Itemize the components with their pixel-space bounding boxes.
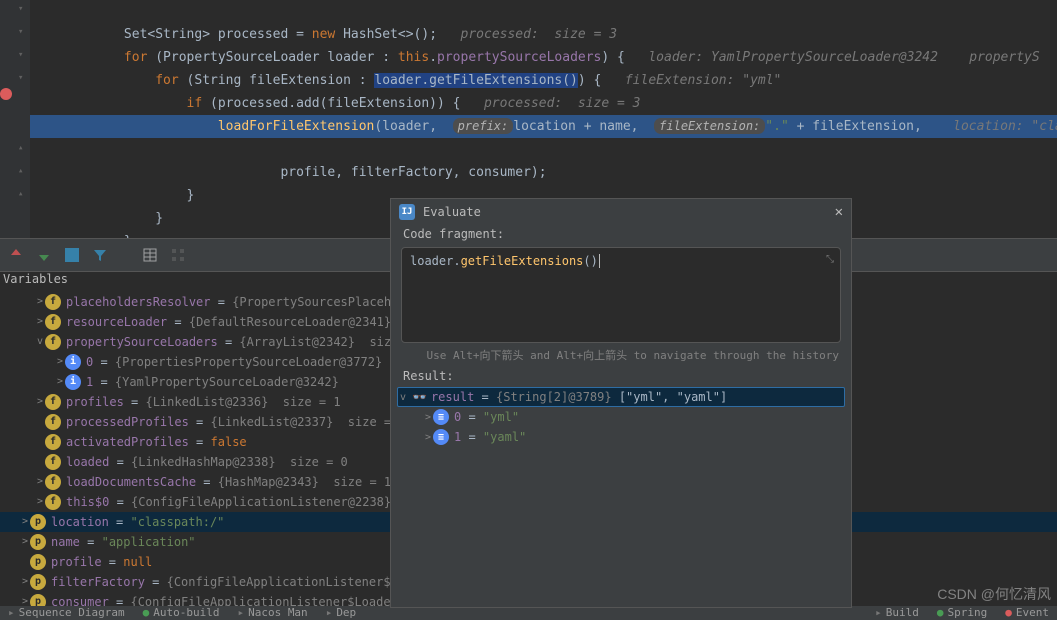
intellij-icon: IJ <box>399 204 415 220</box>
result-row[interactable]: v👓 result = {String[2]@3789} ["yml", "ya… <box>397 387 845 407</box>
glasses-icon: 👓 <box>412 390 427 404</box>
result-item[interactable]: >≡1 = "yaml" <box>397 427 845 447</box>
code-token: Set <box>124 27 147 42</box>
status-item[interactable]: Sequence Diagram <box>8 606 125 620</box>
evaluate-popup: IJ Evaluate ✕ Code fragment: loader.getF… <box>390 198 852 608</box>
status-item[interactable]: Spring <box>937 606 987 620</box>
current-exec-line: loadForFileExtension(loader, prefix:loca… <box>30 115 1057 138</box>
expression-input[interactable]: loader.getFileExtensions() ⤡ <box>401 247 841 343</box>
status-item[interactable]: Auto-build <box>143 606 220 620</box>
result-tree[interactable]: v👓 result = {String[2]@3789} ["yml", "ya… <box>391 385 851 607</box>
restore-layout-icon[interactable] <box>64 247 80 263</box>
status-item[interactable]: Event <box>1005 606 1049 620</box>
collapse-icon[interactable]: ⤡ <box>826 254 834 265</box>
stack-up-icon[interactable] <box>8 247 24 263</box>
stack-down-icon[interactable] <box>36 247 52 263</box>
filter-icon[interactable] <box>92 247 108 263</box>
status-item[interactable]: Nacos Man <box>237 606 307 620</box>
status-item[interactable]: Dep <box>326 606 357 620</box>
status-bar: Sequence Diagram Auto-build Nacos Man Dep B… <box>0 606 1057 620</box>
history-hint: Use Alt+向下箭头 and Alt+向上箭头 to navigate th… <box>391 347 851 367</box>
code-fragment-label: Code fragment: <box>391 225 851 243</box>
result-label: Result: <box>391 367 851 385</box>
status-item[interactable]: Build <box>875 606 919 620</box>
table-view-icon[interactable] <box>142 247 158 263</box>
result-item[interactable]: >≡0 = "yml" <box>397 407 845 427</box>
grid-icon[interactable] <box>170 247 186 263</box>
close-icon[interactable]: ✕ <box>835 204 843 220</box>
popup-title: Evaluate <box>423 205 481 219</box>
popup-titlebar[interactable]: IJ Evaluate ✕ <box>391 199 851 225</box>
